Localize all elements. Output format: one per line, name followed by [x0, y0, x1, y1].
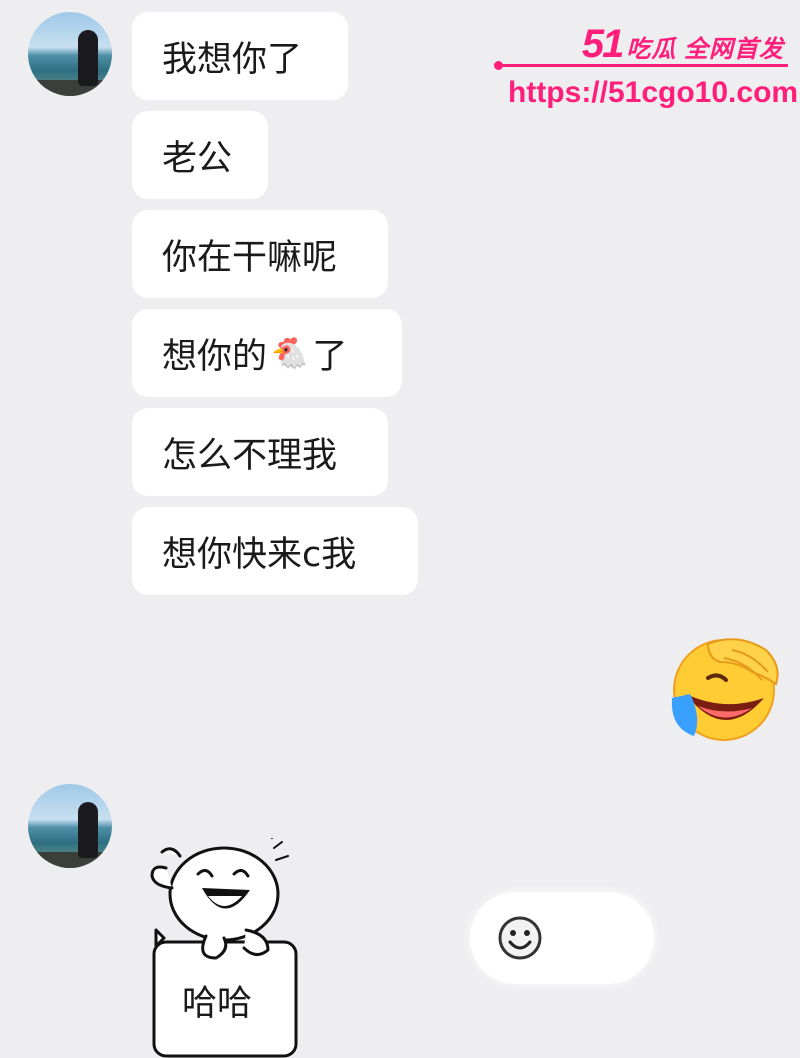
message-text: 我想你了: [162, 39, 303, 80]
contact-avatar[interactable]: [28, 12, 112, 96]
message-bubble[interactable]: 我想你了: [132, 12, 348, 100]
watermark-url: https://51cgo10.com: [508, 76, 799, 109]
watermark-brand-number: 51: [581, 22, 624, 66]
laughing-crying-emoji-icon[interactable]: [668, 632, 784, 744]
watermark-brand-text: 吃瓜 全网首发: [626, 36, 784, 63]
message-bubble[interactable]: 想你快来c我: [132, 507, 418, 595]
watermark-divider: [494, 61, 788, 70]
message-bubble[interactable]: 想你的 🐔 了: [132, 309, 402, 397]
sticker-caption: 哈哈: [182, 984, 253, 1024]
message-text: 老公: [162, 138, 233, 179]
message-bubble[interactable]: [470, 892, 654, 984]
message-bubble[interactable]: 你在干嘛呢: [132, 210, 388, 298]
message-bubble[interactable]: 怎么不理我: [132, 408, 388, 496]
message-bubble[interactable]: 老公: [132, 111, 268, 199]
watermark: 51 吃瓜 全网首发 https://51cgo10.com: [494, 18, 798, 118]
contact-avatar[interactable]: [28, 784, 112, 868]
chicken-icon: 🐔: [271, 335, 309, 371]
message-text: 你在干嘛呢: [162, 237, 338, 278]
message-text: 想你的: [162, 336, 268, 377]
message-text: 想你快来c我: [162, 534, 357, 575]
smiley-icon: [498, 916, 542, 960]
watermark-brand: 51 吃瓜 全网首发: [582, 22, 784, 67]
message-text: 怎么不理我: [162, 435, 338, 476]
message-text: 了: [312, 336, 348, 377]
